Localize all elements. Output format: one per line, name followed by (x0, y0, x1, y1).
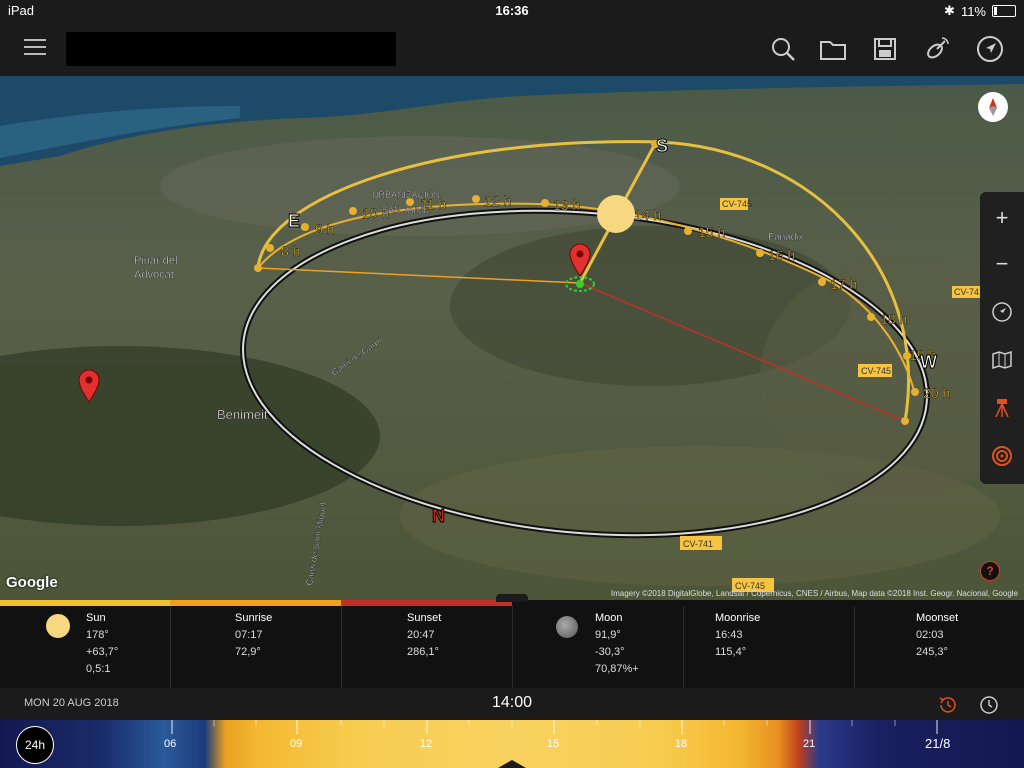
hour-label: 14 h (634, 207, 661, 223)
help-icon[interactable]: ? (980, 561, 1000, 581)
sunrise-time: 07:17 (235, 629, 263, 641)
location-search-field[interactable] (66, 32, 396, 66)
moon-label: Moon (595, 612, 623, 624)
battery-percent: 11% (960, 3, 986, 19)
road-label: CV-745 (861, 366, 891, 376)
map-compass-icon[interactable] (978, 92, 1008, 122)
map-view[interactable]: 8 h 9 h 10 h 11 h 12 h 13 h 14 h 15 h 16… (0, 76, 1024, 600)
tick-label: 15 (547, 738, 560, 750)
moonrise-azimuth: 115,4° (715, 646, 747, 658)
save-icon[interactable] (870, 34, 900, 64)
sunrise-azimuth: 72,9° (235, 646, 261, 658)
sunset-label: Sunset (407, 612, 442, 624)
google-logo: Google (6, 574, 58, 591)
road-label: CV-741 (683, 539, 713, 549)
menu-icon[interactable] (24, 39, 46, 57)
place-label: Advocat (134, 269, 174, 281)
tick-label: 18 (675, 738, 688, 750)
tick-label: 09 (290, 738, 303, 750)
target-icon[interactable] (980, 436, 1024, 476)
sun-azimuth: 178° (86, 629, 109, 641)
hour-label: 16 h (768, 247, 795, 263)
map-type-icon[interactable] (980, 340, 1024, 380)
road-label: CV-745 (722, 199, 752, 209)
zoom-in-button[interactable]: + (980, 198, 1024, 238)
compass-mode-icon[interactable] (980, 292, 1024, 332)
moon-azimuth: 91,9° (595, 629, 621, 641)
place-label: URBANIZACIÓN (372, 190, 440, 200)
moonrise-cell[interactable]: Moonrise 16:43 115,4° (683, 606, 855, 688)
sun-icon (46, 614, 70, 638)
date-bar: MON 20 AUG 2018 14:00 (0, 688, 1024, 722)
place-label: SAN JAIME (382, 205, 430, 215)
battery-icon (992, 5, 1016, 17)
place-label: Pinar del (134, 255, 177, 267)
panel-handle[interactable] (496, 594, 528, 602)
time-history-icon[interactable] (937, 694, 959, 716)
top-toolbar (0, 22, 1024, 76)
moon-elevation: -30,3° (595, 646, 625, 658)
cardinal-west: W (920, 352, 937, 372)
hour-label: 18 h (880, 311, 907, 327)
sun-label: Sun (86, 612, 106, 624)
sun-elevation: +63,7° (86, 646, 119, 658)
moon-cell[interactable]: Moon 91,9° -30,3° 70,87%+ (512, 606, 684, 688)
moonset-time: 02:03 (916, 629, 944, 641)
tick-label: 12 (420, 738, 433, 750)
sunset-time: 20:47 (407, 629, 435, 641)
map-side-panel: + − (980, 192, 1024, 484)
moonset-azimuth: 245,3° (916, 646, 948, 658)
sun-ratio: 0,5:1 (86, 663, 111, 675)
tripod-icon[interactable] (980, 388, 1024, 428)
time-label[interactable]: 14:00 (0, 694, 1024, 712)
moonset-label: Moonset (916, 612, 959, 624)
24h-toggle-button[interactable]: 24h (16, 726, 54, 764)
hour-label: 13 h (553, 197, 580, 213)
date-tick-label: 21/8 (925, 736, 951, 751)
place-label: Fanadix (768, 232, 804, 243)
bluetooth-icon: ✱ (944, 3, 955, 18)
hour-label: 8 h (281, 243, 300, 259)
hour-label: 12 h (484, 193, 511, 209)
status-right: ✱ 11% (944, 3, 1016, 19)
sun-cell[interactable]: Sun 178° +63,7° 0,5:1 (0, 606, 171, 688)
sunrise-cell[interactable]: Sunrise 07:17 72,9° (170, 606, 342, 688)
moon-icon (556, 616, 578, 638)
hour-label: 17 h (830, 276, 857, 292)
hour-label: 15 h (698, 224, 725, 240)
map-attribution: Imagery ©2018 DigitalGlobe, Landsat / Co… (610, 589, 1018, 598)
hour-label: 20 h (923, 385, 950, 401)
cardinal-east: E (288, 211, 300, 231)
hour-label: 9 h (315, 221, 334, 237)
tick-label: 06 (164, 738, 177, 750)
sunset-azimuth: 286,1° (407, 646, 439, 658)
search-icon[interactable] (768, 34, 798, 64)
sunset-cell[interactable]: Sunset 20:47 286,1° (341, 606, 513, 688)
folder-icon[interactable] (818, 34, 848, 64)
cardinal-north: N (432, 506, 445, 526)
moonrise-time: 16:43 (715, 629, 743, 641)
moonrise-label: Moonrise (715, 612, 761, 624)
cardinal-south: S (656, 136, 668, 156)
clock-icon[interactable] (978, 694, 1000, 716)
clock: 16:36 (495, 3, 529, 18)
tick-label: 21 (803, 738, 816, 750)
place-label: Benimeit (217, 407, 268, 422)
sun-marker[interactable] (597, 195, 635, 233)
moonset-cell[interactable]: Moonset 02:03 245,3° (854, 606, 1024, 688)
zoom-out-button[interactable]: − (980, 244, 1024, 284)
timeline-pointer (498, 760, 526, 768)
info-panel: Sun 178° +63,7° 0,5:1 Sunrise 07:17 72,9… (0, 600, 1024, 688)
status-bar: iPad 16:36 ✱ 11% (0, 0, 1024, 22)
location-icon[interactable] (975, 34, 1005, 64)
moon-illumination: 70,87%+ (595, 663, 639, 675)
sunrise-label: Sunrise (235, 612, 273, 624)
satellite-icon[interactable] (922, 34, 952, 64)
